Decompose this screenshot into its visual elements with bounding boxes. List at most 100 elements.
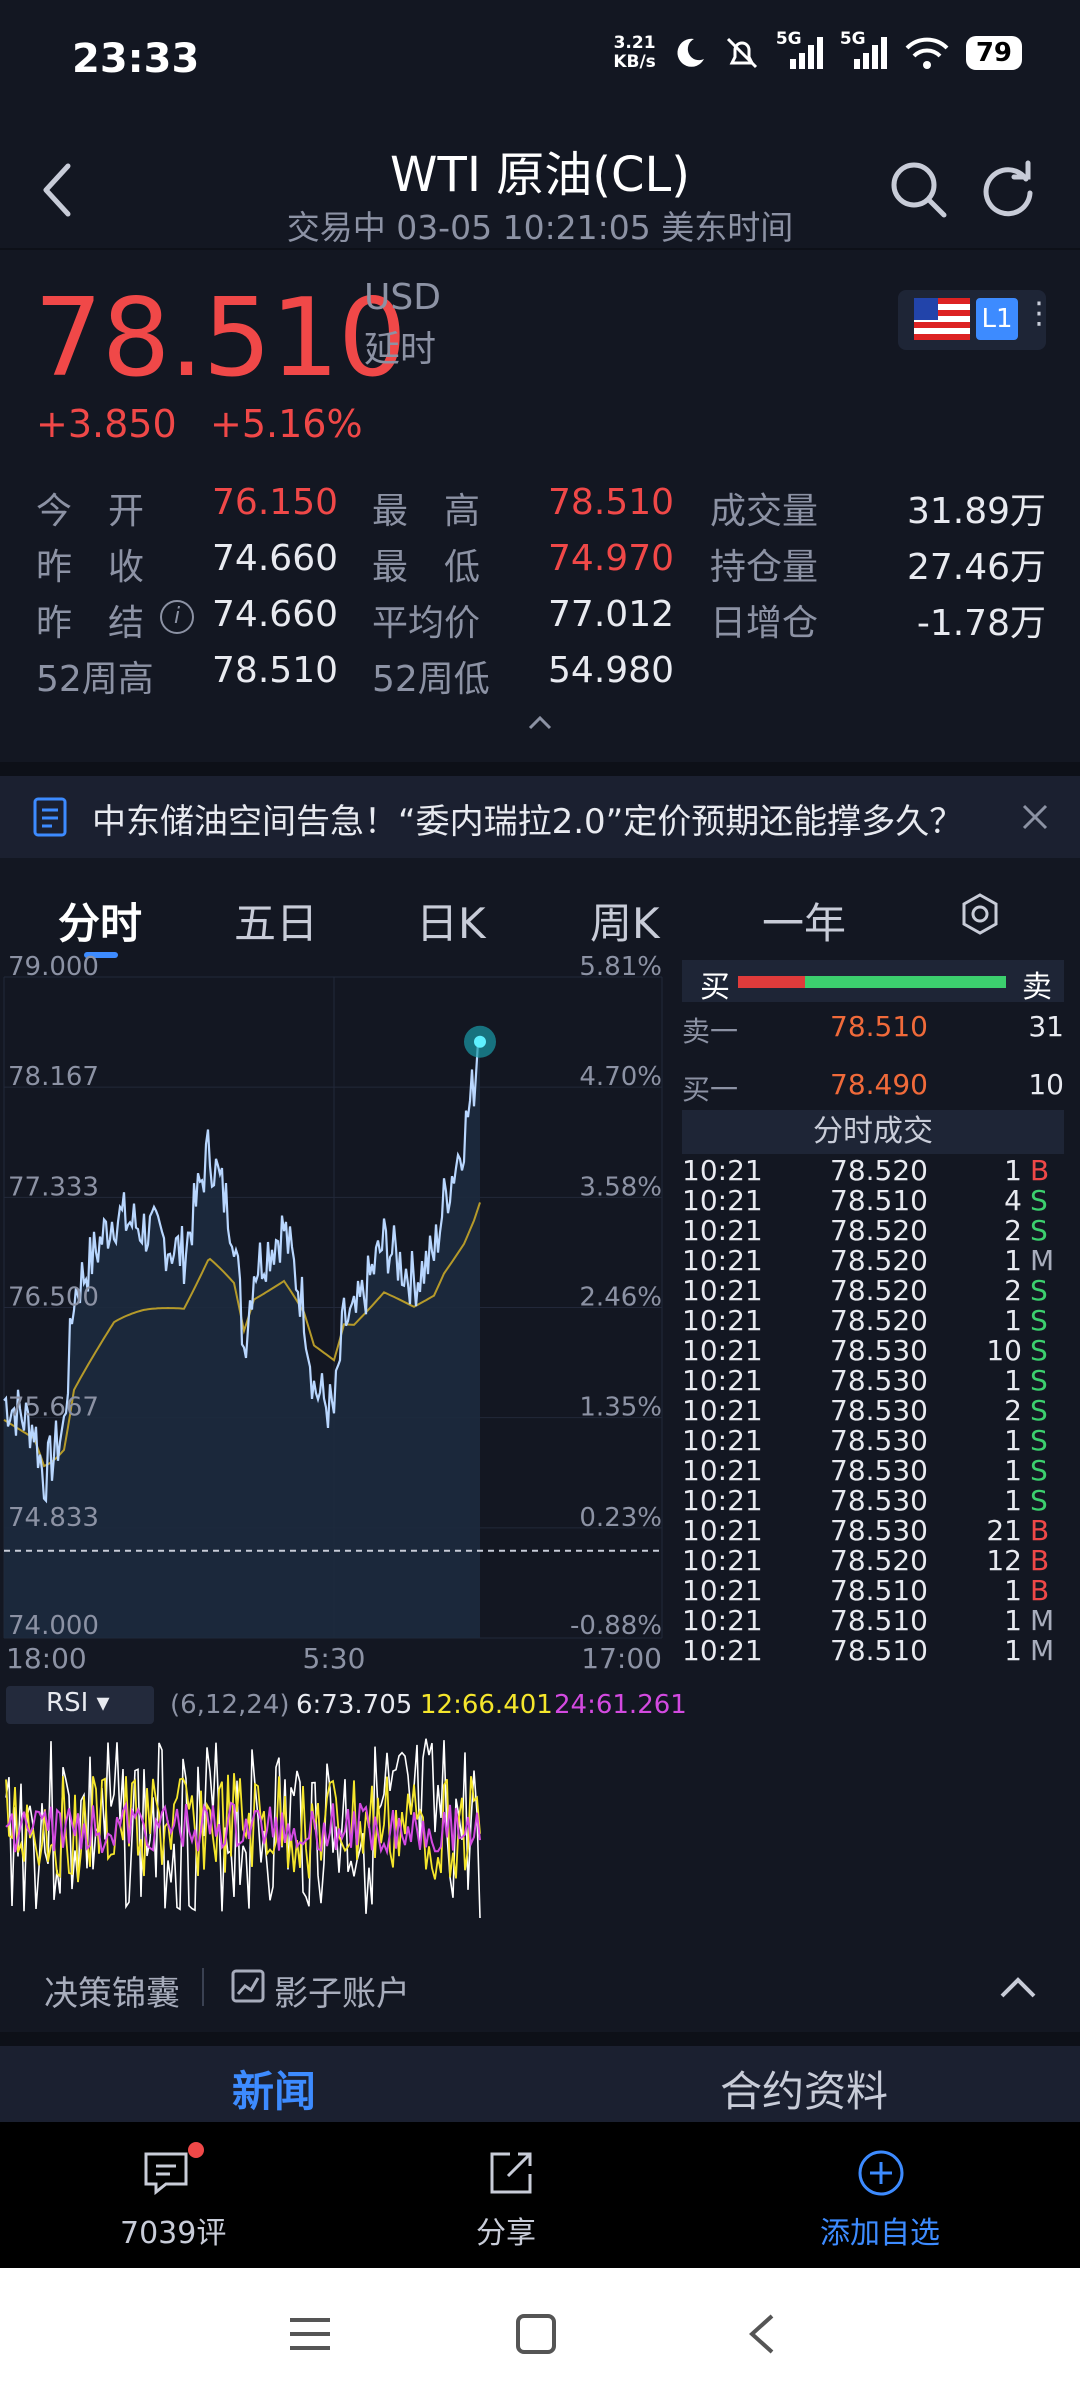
buy-ratio-fill [738, 976, 805, 988]
buy-label: 买 [700, 970, 730, 1005]
share-icon [490, 2152, 532, 2194]
level-badge: L1 [976, 298, 1018, 340]
ask-price: 78.510 [830, 1010, 928, 1043]
trade-qty: 1 [1004, 1304, 1022, 1337]
tool-shadow-account[interactable]: 影子账户 [274, 1966, 410, 2015]
share-button[interactable]: 分享 [440, 2142, 580, 2252]
trade-time: 10:21 [682, 1574, 763, 1607]
last-price-dot [474, 1035, 486, 1048]
status-icons: 3.21 KB/s 5G 5G 79 [613, 29, 1022, 72]
mute-bell-icon [726, 37, 757, 69]
collapse-stats-icon[interactable] [524, 712, 556, 732]
news-banner[interactable]: 中东储油空间告急！“委内瑞拉2.0”定价预期还能撑多久？ [0, 762, 1080, 858]
trade-time: 10:21 [682, 1154, 763, 1187]
trade-side: B [1030, 1574, 1050, 1607]
trade-price: 78.530 [830, 1454, 928, 1487]
trade-qty: 2 [1004, 1274, 1022, 1307]
tool-decision[interactable]: 决策锦囊 [44, 1966, 180, 2015]
us-flag-icon [914, 298, 970, 340]
stat-label: 最 高 [372, 491, 481, 532]
currency-label: USD [364, 277, 441, 318]
stat-label: 昨 收 [36, 547, 145, 588]
trade-qty: 1 [1004, 1154, 1022, 1187]
close-icon[interactable] [1018, 800, 1052, 834]
more-icon[interactable]: ⋮ [1024, 296, 1054, 331]
trade-qty: 1 [1004, 1484, 1022, 1517]
trade-side: S [1030, 1334, 1048, 1367]
sell-label: 卖 [1022, 970, 1052, 1005]
y-tick-label: 76.500 [8, 1283, 99, 1313]
tab-intraday[interactable]: 分时 [58, 890, 142, 951]
trade-price: 78.530 [830, 1514, 928, 1547]
bid-price: 78.490 [830, 1068, 928, 1101]
last-price: 78.510 [34, 276, 407, 401]
trade-qty: 1 [1004, 1604, 1022, 1637]
document-icon [33, 797, 67, 837]
trade-price: 78.520 [830, 1274, 928, 1307]
tab-weekly-k[interactable]: 周K [590, 890, 660, 951]
trade-qty: 21 [986, 1514, 1022, 1547]
delay-label: 延时 [364, 329, 437, 370]
info-icon[interactable]: i [160, 600, 194, 634]
y-pct-label: 4.70% [579, 1062, 662, 1092]
trade-side: M [1030, 1634, 1055, 1667]
menu-icon[interactable] [288, 2314, 332, 2354]
home-icon[interactable] [514, 2312, 558, 2356]
tab-1year[interactable]: 一年 [762, 890, 846, 951]
stat-avg-price: 77.012 [548, 594, 674, 635]
sell-ratio-bar [738, 976, 1006, 988]
notification-dot [188, 2142, 204, 2158]
bid-label: 买一 [682, 1073, 739, 1106]
tab-daily-k[interactable]: 日K [416, 890, 486, 951]
trade-time: 10:21 [682, 1214, 763, 1247]
y-pct-label: 0.23% [579, 1503, 662, 1533]
trade-price: 78.510 [830, 1184, 928, 1217]
y-pct-label: 1.35% [579, 1393, 662, 1423]
rsi-label: RSI ▾ [46, 1688, 110, 1718]
stat-label: 日增仓 [710, 603, 819, 644]
trade-side: S [1030, 1424, 1048, 1457]
intraday-chart[interactable]: 79.000 78.167 77.333 76.500 75.667 74.833 74.0… [0, 955, 670, 1675]
trade-time: 10:21 [682, 1634, 763, 1667]
add-watchlist-button[interactable]: 添加自选 [800, 2142, 960, 2252]
tab-news[interactable]: 新闻 [232, 2058, 316, 2119]
trade-qty: 1 [1004, 1424, 1022, 1457]
stat-label: 昨 结 [36, 603, 145, 644]
stat-label: 平均价 [372, 603, 481, 644]
stat-label: 52周高 [36, 659, 154, 700]
refresh-icon[interactable] [978, 159, 1038, 219]
y-pct-label: 5.81% [579, 955, 662, 982]
settings-icon[interactable] [958, 892, 1002, 936]
comments-button[interactable]: 7039评 [90, 2142, 250, 2252]
search-icon[interactable] [888, 159, 948, 219]
trade-time: 10:21 [682, 1334, 763, 1367]
header: WTI 原油(CL) 交易中 03-05 10:21:05 美东时间 [0, 125, 1080, 250]
tab-contract-info[interactable]: 合约资料 [720, 2058, 888, 2119]
trade-time: 10:21 [682, 1184, 763, 1217]
tab-5day[interactable]: 五日 [234, 890, 318, 951]
market-badge[interactable]: L1 ⋮ [898, 290, 1054, 350]
trade-price: 78.520 [830, 1304, 928, 1337]
chevron-up-icon[interactable] [998, 1974, 1038, 2000]
trade-qty: 4 [1004, 1184, 1022, 1217]
rsi-12: 12:66.401 [420, 1690, 553, 1720]
y-pct-label: -0.88% [570, 1611, 662, 1641]
section-tabs: 新闻 合约资料 [0, 2046, 1080, 2122]
trade-price: 78.520 [830, 1244, 928, 1277]
trade-qty: 1 [1004, 1364, 1022, 1397]
trade-time: 10:21 [682, 1244, 763, 1277]
system-nav-bar [0, 2268, 1080, 2400]
currency-block: USD 延时 [364, 272, 441, 376]
nav-back-icon[interactable] [744, 2312, 780, 2356]
share-label: 分享 [476, 2216, 536, 2251]
rsi-selector[interactable]: RSI ▾ [6, 1686, 154, 1724]
trade-side: S [1030, 1304, 1048, 1337]
ask-label: 卖一 [682, 1015, 739, 1048]
trade-qty: 2 [1004, 1214, 1022, 1247]
trade-side: M [1030, 1604, 1055, 1637]
stat-label: 最 低 [372, 547, 481, 588]
x-tick-label: 18:00 [6, 1642, 87, 1675]
battery-level: 79 [965, 36, 1022, 70]
net-speed: 3.21 KB/s [613, 34, 655, 72]
add-circle-icon [858, 2150, 904, 2196]
